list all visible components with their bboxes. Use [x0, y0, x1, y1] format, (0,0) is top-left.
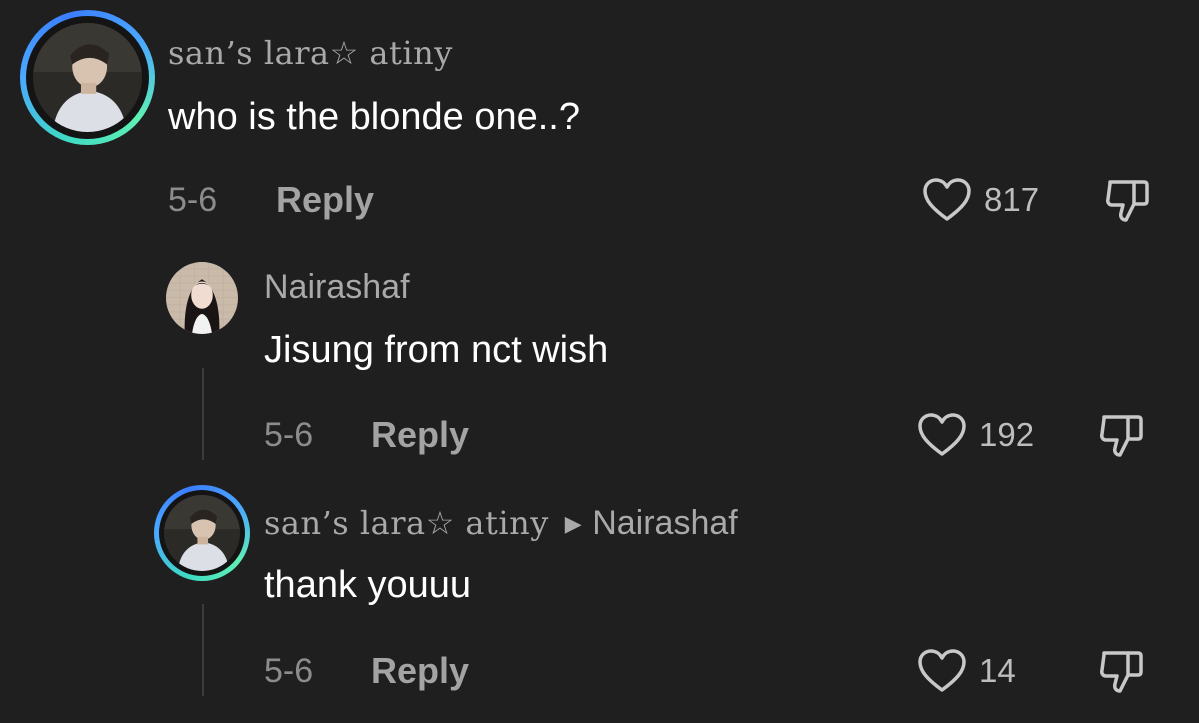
thumbs-down-outline-icon[interactable] — [1102, 174, 1154, 226]
like-button[interactable]: 192 — [917, 412, 1034, 458]
triangle-right-icon: ▶ — [564, 512, 583, 537]
comment-author-line: san’s lara☆ atiny ▶ Nairashaf — [264, 504, 738, 543]
comment-author[interactable]: san’s lara☆ atiny — [264, 504, 549, 542]
thread-line — [202, 368, 204, 460]
comment-author[interactable]: Nairashaf — [264, 268, 410, 307]
comment-date: 5-6 — [264, 652, 314, 690]
heart-outline-icon — [918, 413, 966, 456]
like-count: 14 — [979, 652, 1016, 689]
comment-date: 5-6 — [264, 416, 314, 454]
reply-button[interactable]: Reply — [276, 179, 374, 221]
comment-text: thank youuu — [264, 564, 472, 606]
reply-to-user[interactable]: Nairashaf — [592, 504, 738, 542]
thumbs-down-outline-icon[interactable] — [1096, 409, 1148, 461]
comment-text: who is the blonde one..? — [168, 96, 580, 138]
heart-outline-icon — [918, 649, 966, 692]
reply-button[interactable]: Reply — [371, 650, 469, 692]
avatar — [33, 23, 142, 132]
thumbs-down-outline-icon[interactable] — [1096, 645, 1148, 697]
like-button[interactable]: 817 — [922, 177, 1039, 223]
comment-date: 5-6 — [168, 181, 218, 219]
avatar-story-ring[interactable] — [154, 485, 250, 581]
avatar — [164, 495, 240, 571]
like-button[interactable]: 14 — [917, 648, 1016, 694]
avatar[interactable] — [166, 262, 238, 334]
comment-text: Jisung from nct wish — [264, 329, 609, 371]
heart-outline-icon — [923, 178, 971, 221]
like-count: 817 — [984, 181, 1040, 218]
reply-button[interactable]: Reply — [371, 414, 469, 456]
avatar-story-ring[interactable] — [20, 10, 155, 145]
like-count: 192 — [979, 416, 1035, 453]
thread-line — [202, 604, 204, 696]
comment-author[interactable]: san’s lara☆ atiny — [168, 34, 453, 72]
